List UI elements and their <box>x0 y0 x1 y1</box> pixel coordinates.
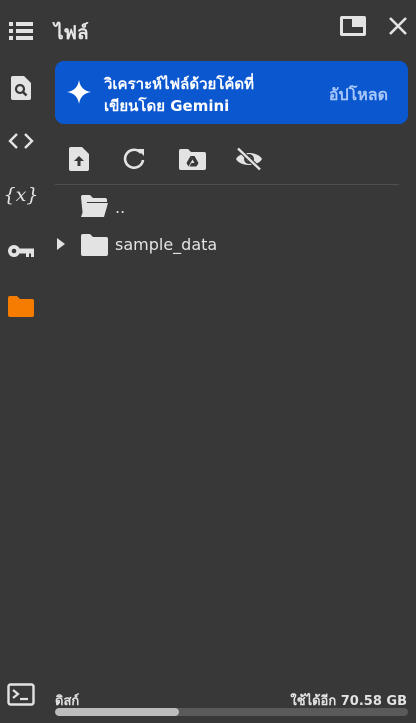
panel-title: ไฟล์ <box>54 22 89 44</box>
table-of-contents-button[interactable] <box>4 14 38 48</box>
file-tree-row-sample-data[interactable]: sample_data <box>55 228 399 262</box>
toolbar-divider <box>55 184 399 185</box>
gemini-sparkle-icon <box>67 80 91 104</box>
drive-folder-icon <box>178 148 206 170</box>
secrets-button[interactable] <box>4 234 38 268</box>
close-icon <box>389 17 407 35</box>
terminal-icon <box>7 683 35 706</box>
mount-drive-button[interactable] <box>177 144 207 174</box>
left-rail: {x} <box>0 0 42 723</box>
file-name: sample_data <box>115 235 218 254</box>
terminal-button[interactable] <box>7 683 35 707</box>
move-to-tab-button[interactable] <box>337 10 369 42</box>
upload-file-button[interactable] <box>64 144 94 174</box>
search-icon <box>11 76 31 100</box>
upload-link[interactable]: อัปโหลด <box>329 83 388 108</box>
toc-icon <box>9 22 33 40</box>
files-panel: {x} ไฟล์ วิเคราะห์ไฟล์ด้วยโค้ดที่ เขียนโ… <box>0 0 416 723</box>
files-button[interactable] <box>4 289 38 323</box>
banner-text-line2: เขียนโดย Gemini <box>104 97 230 115</box>
refresh-button[interactable] <box>119 144 149 174</box>
folder-icon <box>81 234 108 256</box>
refresh-icon <box>123 148 145 170</box>
folder-icon <box>8 295 34 317</box>
disk-usage-bar <box>55 708 408 716</box>
find-button[interactable] <box>4 71 38 105</box>
upload-file-icon <box>69 147 89 171</box>
code-snippets-button[interactable] <box>4 124 38 158</box>
variables-button[interactable]: {x} <box>3 178 39 212</box>
gemini-banner: วิเคราะห์ไฟล์ด้วยโค้ดที่ เขียนโดย Gemini… <box>55 61 408 124</box>
expand-caret-icon[interactable] <box>56 237 66 251</box>
code-brackets-icon <box>8 133 34 149</box>
folder-open-icon <box>81 195 108 217</box>
variables-icon: {x} <box>3 184 39 206</box>
file-name: .. <box>115 198 126 217</box>
open-in-tab-icon <box>340 16 366 36</box>
toggle-hidden-files-button[interactable] <box>234 144 264 174</box>
key-icon <box>8 245 34 257</box>
file-tree-row-parent[interactable]: .. <box>55 189 399 223</box>
disk-usage-fill <box>55 708 179 716</box>
close-button[interactable] <box>382 10 414 42</box>
visibility-off-icon <box>236 147 262 171</box>
banner-text-line1: วิเคราะห์ไฟล์ด้วยโค้ดที่ <box>104 75 255 93</box>
